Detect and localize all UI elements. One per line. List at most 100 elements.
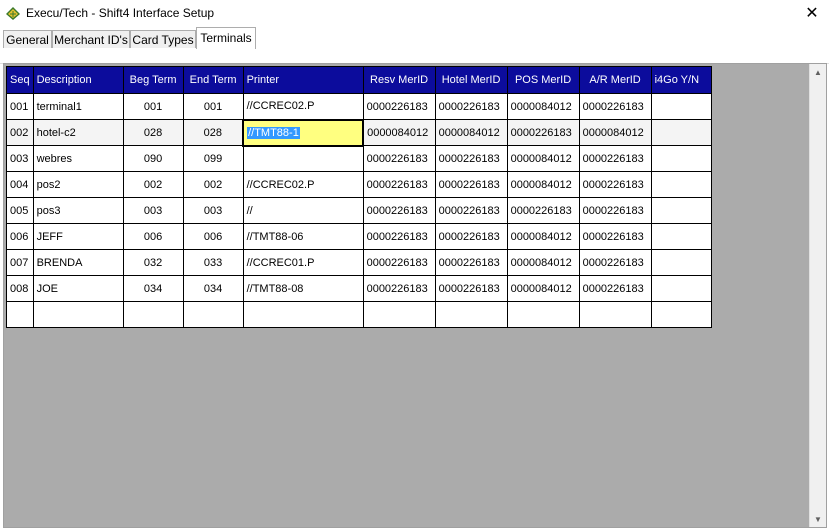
cell-seq[interactable]: 003 <box>6 145 34 172</box>
cell-pos-merid[interactable]: 0000226183 <box>506 197 580 224</box>
cell-printer[interactable]: // <box>242 197 364 224</box>
tab-card-types[interactable]: Card Types <box>130 30 196 48</box>
cell-description[interactable]: BRENDA <box>32 249 124 276</box>
cell-hotel-merid[interactable]: 0000226183 <box>434 93 508 120</box>
cell-pos-merid[interactable]: 0000084012 <box>506 171 580 198</box>
cell-resv-merid[interactable]: 0000226183 <box>362 197 436 224</box>
cell-pos-merid[interactable] <box>506 301 580 328</box>
cell-end-term[interactable]: 006 <box>182 223 244 250</box>
scroll-up-icon[interactable]: ▲ <box>810 64 826 80</box>
cell-end-term[interactable]: 099 <box>182 145 244 172</box>
cell-description[interactable] <box>32 301 124 328</box>
cell-beg-term[interactable]: 032 <box>122 249 184 276</box>
cell-pos-merid[interactable]: 0000084012 <box>506 145 580 172</box>
cell-seq[interactable]: 002 <box>6 119 34 146</box>
cell-seq[interactable]: 005 <box>6 197 34 224</box>
cell-description[interactable]: pos3 <box>32 197 124 224</box>
cell-description[interactable]: JEFF <box>32 223 124 250</box>
cell-resv-merid[interactable]: 0000226183 <box>362 93 436 120</box>
cell-pos-merid[interactable]: 0000226183 <box>506 119 580 146</box>
cell-printer[interactable]: //CCREC02.P <box>242 171 364 198</box>
cell-hotel-merid[interactable]: 0000226183 <box>434 223 508 250</box>
cell-ar-merid[interactable]: 0000226183 <box>578 275 652 302</box>
table-row[interactable]: 007 BRENDA 032 033//CCREC01.P 0000226183 0000… <box>6 249 712 276</box>
cell-printer[interactable]: //TMT88-1 <box>242 118 365 147</box>
cell-i4go[interactable] <box>650 119 712 146</box>
cell-seq[interactable]: 008 <box>6 275 34 302</box>
cell-pos-merid[interactable]: 0000084012 <box>506 249 580 276</box>
cell-printer[interactable]: //CCREC02.P <box>242 93 364 120</box>
cell-beg-term[interactable]: 034 <box>122 275 184 302</box>
cell-printer[interactable]: //TMT88-08 <box>242 275 364 302</box>
vertical-scrollbar[interactable]: ▲ ▼ <box>809 64 826 527</box>
column-header-beg-term[interactable]: Beg Term <box>122 66 184 94</box>
cell-hotel-merid[interactable]: 0000226183 <box>434 171 508 198</box>
cell-i4go[interactable] <box>650 275 712 302</box>
column-header-printer[interactable]: Printer <box>242 66 364 94</box>
column-header-hotel-merid[interactable]: Hotel MerID <box>434 66 508 94</box>
cell-end-term[interactable]: 034 <box>182 275 244 302</box>
cell-hotel-merid[interactable]: 0000084012 <box>434 119 508 146</box>
cell-ar-merid[interactable] <box>578 301 652 328</box>
table-row[interactable]: 005 pos3 003 003//0000226183 0000226183 00002… <box>6 197 712 224</box>
cell-description[interactable]: webres <box>32 145 124 172</box>
cell-ar-merid[interactable]: 0000226183 <box>578 145 652 172</box>
column-header-i4go[interactable]: i4Go Y/N <box>650 66 712 94</box>
cell-ar-merid[interactable]: 0000226183 <box>578 249 652 276</box>
table-row[interactable]: 008 JOE 034 034//TMT88-08 0000226183 00002261… <box>6 275 712 302</box>
cell-resv-merid[interactable]: 0000226183 <box>362 275 436 302</box>
table-row[interactable]: 004 pos2 002 002//CCREC02.P 0000226183 000022… <box>6 171 712 198</box>
table-row[interactable]: 003 webres 090 099 0000226183 0000226183 00000… <box>6 145 712 172</box>
cell-end-term[interactable]: 003 <box>182 197 244 224</box>
cell-pos-merid[interactable]: 0000084012 <box>506 93 580 120</box>
cell-printer[interactable]: //CCREC01.P <box>242 249 364 276</box>
cell-hotel-merid[interactable] <box>434 301 508 328</box>
cell-hotel-merid[interactable]: 0000226183 <box>434 145 508 172</box>
cell-i4go[interactable] <box>650 171 712 198</box>
cell-ar-merid[interactable]: 0000226183 <box>578 171 652 198</box>
cell-hotel-merid[interactable]: 0000226183 <box>434 275 508 302</box>
cell-pos-merid[interactable]: 0000084012 <box>506 275 580 302</box>
column-header-seq[interactable]: Seq <box>6 66 34 94</box>
selected-text[interactable]: //TMT88-1 <box>247 126 300 139</box>
cell-printer[interactable] <box>242 301 364 328</box>
cell-end-term[interactable]: 033 <box>182 249 244 276</box>
cell-hotel-merid[interactable]: 0000226183 <box>434 249 508 276</box>
cell-end-term[interactable] <box>182 301 244 328</box>
cell-seq[interactable]: 006 <box>6 223 34 250</box>
cell-resv-merid[interactable]: 0000226183 <box>362 171 436 198</box>
cell-i4go[interactable] <box>650 249 712 276</box>
cell-ar-merid[interactable]: 0000226183 <box>578 223 652 250</box>
column-header-resv-merid[interactable]: Resv MerID <box>362 66 436 94</box>
cell-description[interactable]: hotel-c2 <box>32 119 124 146</box>
cell-description[interactable]: terminal1 <box>32 93 124 120</box>
cell-end-term[interactable]: 001 <box>182 93 244 120</box>
column-header-description[interactable]: Description <box>32 66 124 94</box>
table-row[interactable]: 002 hotel-c2 028 028//TMT88-1 0000084012 0000… <box>6 118 712 147</box>
column-header-ar-merid[interactable]: A/R MerID <box>578 66 652 94</box>
cell-resv-merid[interactable]: 0000226183 <box>362 249 436 276</box>
cell-seq[interactable] <box>6 301 34 328</box>
cell-seq[interactable]: 001 <box>6 93 34 120</box>
cell-beg-term[interactable]: 090 <box>122 145 184 172</box>
column-header-pos-merid[interactable]: POS MerID <box>506 66 580 94</box>
cell-pos-merid[interactable]: 0000084012 <box>506 223 580 250</box>
tab-general[interactable]: General <box>3 30 52 48</box>
tab-terminals[interactable]: Terminals <box>196 27 256 49</box>
cell-ar-merid[interactable]: 0000084012 <box>578 119 652 146</box>
cell-beg-term[interactable] <box>122 301 184 328</box>
cell-printer[interactable] <box>242 145 364 172</box>
tab-merchant-ids[interactable]: Merchant ID's <box>52 30 130 48</box>
cell-beg-term[interactable]: 002 <box>122 171 184 198</box>
cell-beg-term[interactable]: 001 <box>122 93 184 120</box>
cell-resv-merid[interactable]: 0000226183 <box>362 145 436 172</box>
cell-seq[interactable]: 004 <box>6 171 34 198</box>
cell-i4go[interactable] <box>650 223 712 250</box>
cell-beg-term[interactable]: 006 <box>122 223 184 250</box>
cell-resv-merid[interactable]: 0000226183 <box>362 223 436 250</box>
column-header-end-term[interactable]: End Term <box>182 66 244 94</box>
cell-i4go[interactable] <box>650 197 712 224</box>
cell-description[interactable]: JOE <box>32 275 124 302</box>
cell-description[interactable]: pos2 <box>32 171 124 198</box>
cell-beg-term[interactable]: 028 <box>122 119 184 146</box>
